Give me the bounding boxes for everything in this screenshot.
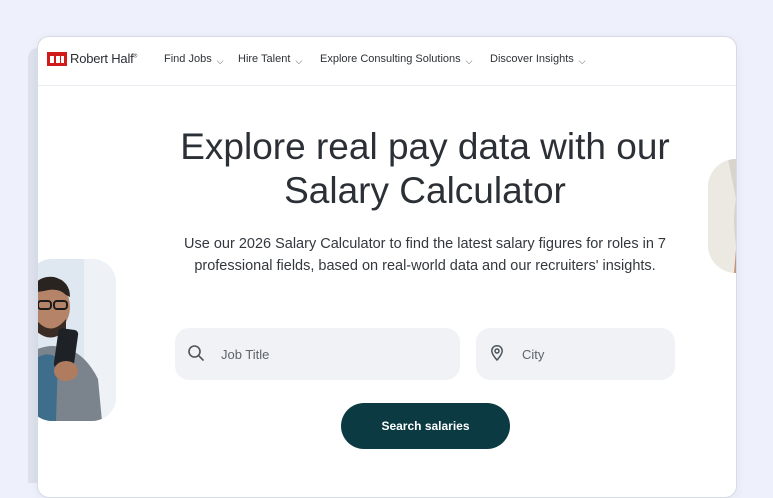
robert-half-logo[interactable]: Robert Half® [47, 51, 137, 66]
search-salaries-button[interactable]: Search salaries [341, 403, 510, 449]
brand-name: Robert Half [70, 51, 134, 66]
location-pin-icon [491, 345, 503, 362]
city-placeholder: City [522, 347, 545, 362]
page-subtitle: Use our 2026 Salary Calculator to find t… [184, 236, 666, 274]
nav-item-discover-insights[interactable]: Discover Insights ⌵ [490, 53, 586, 66]
chevron-down-icon: ⌵ [295, 55, 303, 66]
man-with-phone-photo [38, 259, 116, 421]
job-title-placeholder: Job Title [221, 347, 270, 362]
chevron-down-icon: ⌵ [578, 55, 586, 66]
robert-half-logo-mark [47, 51, 67, 66]
nav-item-explore-consulting-solutions[interactable]: Explore Consulting Solutions ⌵ [320, 53, 473, 66]
trademark-symbol: ® [133, 53, 138, 60]
page-title: Explore real pay data with our Salary Ca… [38, 125, 736, 213]
nav-item-label: Explore Consulting Solutions [320, 53, 461, 65]
chevron-down-icon: ⌵ [465, 55, 473, 66]
top-navigation: Robert Half® Find Jobs ⌵ Hire Talent ⌵ E… [38, 37, 736, 86]
nav-item-label: Discover Insights [490, 53, 574, 65]
page-title-line-2: Salary Calculator [284, 170, 566, 211]
city-field[interactable]: City [476, 328, 675, 380]
job-title-field[interactable]: Job Title [175, 328, 460, 380]
nav-item-find-jobs[interactable]: Find Jobs ⌵ [164, 53, 224, 66]
search-icon [188, 345, 204, 361]
page-title-line-1: Explore real pay data with our [180, 126, 670, 167]
nav-item-label: Find Jobs [164, 53, 212, 65]
browser-page: Robert Half® Find Jobs ⌵ Hire Talent ⌵ E… [37, 36, 737, 498]
chevron-down-icon: ⌵ [216, 55, 224, 66]
nav-item-label: Hire Talent [238, 53, 291, 65]
nav-item-hire-talent[interactable]: Hire Talent ⌵ [238, 53, 303, 66]
